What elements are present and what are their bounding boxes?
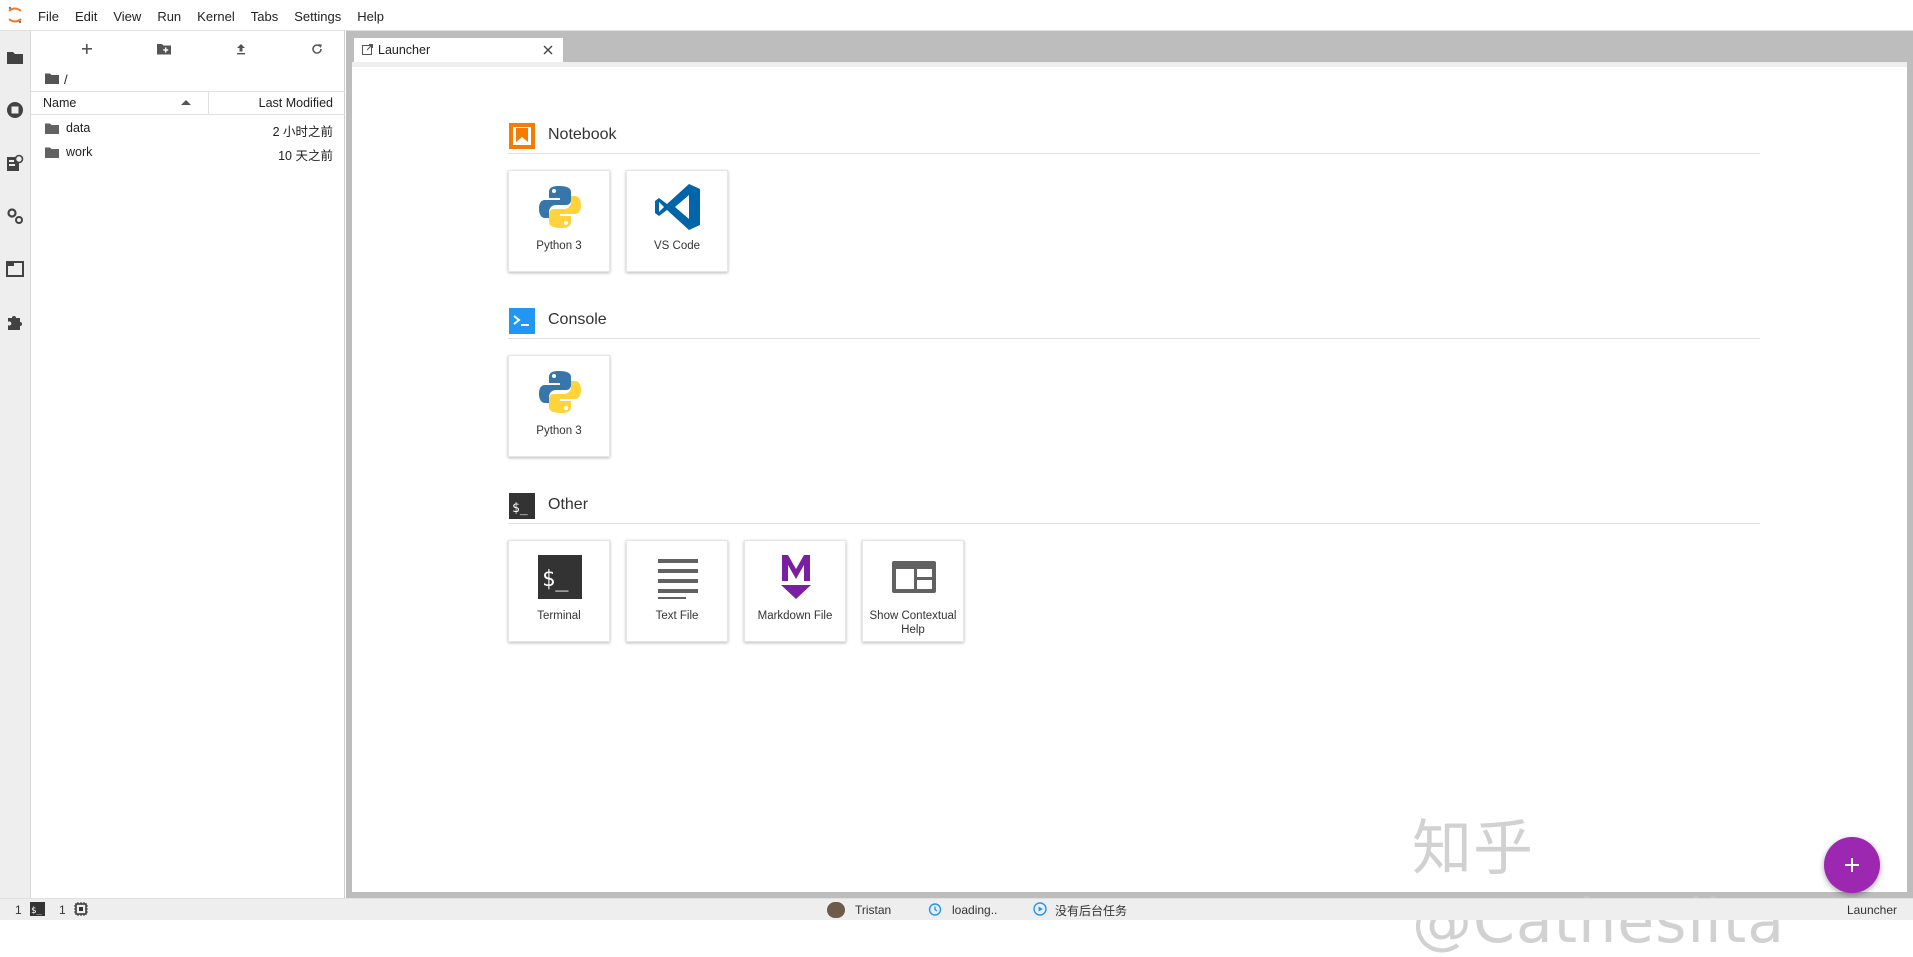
card-label: Markdown File [757,610,833,622]
new-folder-button[interactable] [150,37,178,61]
launcher-card-markdown-file[interactable]: Markdown File [744,540,846,642]
tabs-icon[interactable] [0,249,30,289]
folder-icon [45,147,59,161]
card-label: Python 3 [536,425,582,437]
section-title: Notebook [548,126,617,143]
property-inspector-icon[interactable] [0,143,30,183]
add-button[interactable] [1824,837,1880,893]
menu-bar: File Edit View Run Kernel Tabs Settings … [0,0,1913,31]
menu-edit[interactable]: Edit [67,0,105,31]
refresh-button[interactable] [303,37,331,61]
tab-launcher[interactable]: Launcher [353,37,564,62]
breadcrumb: / [45,69,68,89]
loading-status: loading.. [928,902,997,918]
upload-button[interactable] [227,37,255,61]
notebook-icon [508,122,536,150]
folder-icon[interactable] [0,37,30,77]
svg-text:$_: $_ [542,567,569,592]
new-launcher-button[interactable] [73,37,101,61]
terminals-count: 1 [15,903,22,917]
menu-tabs[interactable]: Tabs [243,0,286,31]
tab-bar: Launcher [346,31,1913,62]
file-name: data [66,121,91,135]
menu-kernel[interactable]: Kernel [189,0,243,31]
terminals-status[interactable]: 1 $_ [15,901,45,919]
main-area: Launcher Notebook Python 3 VS Code Conso… [346,31,1913,898]
file-browser-toolbar [31,31,345,65]
launcher-panel: Notebook Python 3 VS Code Console Python… [352,62,1907,892]
menu-run[interactable]: Run [149,0,189,31]
file-name: work [66,145,93,159]
background-tasks-status[interactable]: 没有后台任务 [1033,901,1128,919]
file-row-data[interactable]: data 2 小时之前 [31,117,345,141]
close-icon[interactable] [543,44,553,58]
section-other: $_ Other [508,488,1760,524]
terminal-section-icon: $_ [508,492,536,520]
section-notebook: Notebook [508,118,1760,154]
user-name: Tristan [855,903,892,917]
kernels-count: 1 [59,903,66,917]
loading-text: loading.. [952,903,998,917]
file-list-header: Name Last Modified [31,91,345,115]
play-circle-icon [1033,901,1047,919]
card-label: VS Code [653,240,701,252]
folder-icon [45,123,59,137]
menu-settings[interactable]: Settings [286,0,349,31]
current-tab-status: Launcher [1847,902,1897,918]
column-name-label: Name [43,96,77,110]
extension-icon[interactable] [0,302,30,342]
vscode-icon [652,181,704,233]
column-modified-label: Last Modified [258,96,333,110]
tab-label: Launcher [378,43,431,57]
launcher-card-vscode[interactable]: VS Code [626,170,728,272]
launcher-tab-icon [362,44,373,58]
user-status[interactable]: Tristan [827,902,891,918]
launcher-card-notebook-python3[interactable]: Python 3 [508,170,610,272]
launcher-card-contextual-help[interactable]: Show Contextual Help [862,540,964,642]
status-bar: 1 $_ 1 Tristan loading.. 没有后台任务 Launcher [0,898,1913,920]
background-tasks-text: 没有后台任务 [1055,903,1128,918]
card-label: Text File [655,610,699,622]
python-icon [534,366,586,418]
card-label: Show Contextual Help [869,610,957,636]
card-label: Python 3 [536,240,582,252]
contextual-help-icon [888,551,940,603]
clock-icon [928,902,942,919]
home-folder-icon[interactable] [45,72,59,87]
launcher-card-console-python3[interactable]: Python 3 [508,355,610,457]
file-row-work[interactable]: work 10 天之前 [31,141,345,165]
current-tab-text: Launcher [1846,903,1897,917]
menu-help[interactable]: Help [349,0,392,31]
kernels-status[interactable]: 1 [59,901,88,919]
launcher-card-text-file[interactable]: Text File [626,540,728,642]
sort-ascending-icon [181,100,191,105]
menu-file[interactable]: File [30,0,67,31]
file-modified: 10 天之前 [278,149,333,163]
column-modified-header[interactable]: Last Modified [259,92,333,114]
jupyter-logo-icon[interactable] [0,0,30,31]
svg-text:$_: $_ [512,501,528,516]
avatar [827,902,845,918]
console-icon [508,307,536,335]
launcher-card-terminal[interactable]: $_ Terminal [508,540,610,642]
terminal-icon: $_ [534,551,586,603]
python-icon [534,181,586,233]
commands-icon[interactable] [0,196,30,236]
file-browser: / Name Last Modified data 2 小时之前 work 10… [31,31,345,898]
activity-bar [0,31,31,898]
terminal-icon: $_ [29,901,45,919]
card-label: Terminal [537,610,581,622]
svg-text:$_: $_ [31,906,42,916]
markdown-icon [770,551,822,603]
breadcrumb-root[interactable]: / [64,72,68,87]
file-modified: 2 小时之前 [272,125,333,139]
section-console: Console [508,303,1760,339]
text-file-icon [652,551,704,603]
section-title: Other [548,496,589,513]
section-title: Console [548,311,607,328]
menu-view[interactable]: View [105,0,149,31]
running-icon[interactable] [0,90,30,130]
kernel-icon [73,901,88,919]
